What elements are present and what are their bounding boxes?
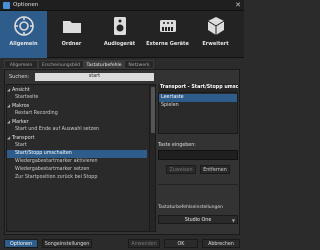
window-title: Optionen (13, 2, 39, 8)
category-advanced[interactable]: Erweitert (192, 11, 239, 58)
category-external-devices[interactable]: Externe Geräte (144, 11, 191, 58)
scrollbar-thumb[interactable] (151, 87, 155, 133)
app-icon (3, 2, 10, 9)
keyboard-set-dropdown[interactable]: Studio One ▼ (158, 215, 238, 224)
song-settings-button[interactable]: Songeinstellungen (42, 239, 92, 248)
keyboard-set-value: Studio One (184, 218, 212, 223)
title-bar: Optionen ✕ (0, 0, 244, 11)
tree-item[interactable]: Wiedergabestartmarker aktivieren (7, 158, 147, 166)
category-label: Audiogerät (103, 41, 136, 47)
remove-button[interactable]: Entfernen (200, 165, 230, 174)
tree-item[interactable]: Startseite (7, 94, 147, 102)
tree-group[interactable]: ◢ Transport (7, 134, 147, 142)
search-input[interactable] (35, 73, 154, 81)
folder-icon (63, 21, 81, 33)
tree-group[interactable]: ◢ Marker (7, 118, 147, 126)
category-folders[interactable]: Ordner (48, 11, 95, 58)
options-button[interactable]: Optionen (4, 239, 38, 248)
tree-scrollbar[interactable] (149, 85, 155, 231)
close-icon[interactable]: ✕ (235, 1, 241, 9)
category-general[interactable]: Allgemein (0, 11, 47, 58)
cancel-button[interactable]: Abbrechen (202, 239, 240, 248)
category-label: Ordner (61, 41, 82, 47)
category-audio-device[interactable]: Audiogerät (96, 11, 143, 58)
assigned-keys-list: Leertaste Spielen (158, 92, 238, 134)
command-tree: ◢ Ansicht Startseite ◢ Makros Restart Reco… (6, 84, 156, 232)
detail-heading: Transport - Start/Stopp umschalten (158, 84, 238, 92)
tree-item[interactable]: Restart Recording (7, 110, 147, 118)
category-label: Allgemein (9, 41, 38, 47)
tree-group[interactable]: ◢ Makros (7, 102, 147, 110)
key-entry-field[interactable] (158, 150, 238, 160)
tree-item-selected[interactable]: Start/Stopp umschalten (7, 150, 147, 158)
search-label: Suchen: (9, 74, 30, 80)
divider (158, 184, 238, 185)
assigned-key-item[interactable]: Spielen (159, 102, 237, 110)
apply-button[interactable]: Anwenden (128, 239, 160, 248)
keyboard-shortcuts-panel: Suchen: ◢Ansicht Startseite ◢Makros Rest… (4, 69, 240, 235)
key-entry-label: Taste eingeben: (158, 143, 196, 148)
tab-keyboard-shortcuts[interactable]: Tastaturbefehle (84, 60, 124, 69)
tree-item[interactable]: Zur Startposition zurück bei Stopp (7, 174, 147, 182)
category-label: Erweitert (202, 41, 229, 47)
tree-group[interactable]: ◢ Ansicht (7, 86, 147, 94)
ok-button[interactable]: OK (164, 239, 198, 248)
assigned-key-item[interactable]: Leertaste (159, 94, 237, 102)
chevron-down-icon: ▼ (231, 218, 235, 223)
keyboard-set-label: Tastaturbefehlseinstellungen (158, 205, 223, 210)
gear-icon (14, 16, 34, 36)
tab-bar: Allgemein Erscheinungsbild Tastaturbefeh… (4, 60, 240, 69)
category-bar: Allgemein Ordner Audiogerät Externe Gerä… (0, 11, 244, 58)
tree-item[interactable]: Start und Ende auf Auswahl setzen (7, 126, 147, 134)
external-device-icon (160, 20, 176, 32)
tab-appearance[interactable]: Erscheinungsbild (38, 60, 84, 69)
tab-network[interactable]: Netzwerk (124, 60, 154, 69)
cube-icon (207, 17, 225, 35)
footer: Optionen Songeinstellungen Anwenden OK A… (0, 237, 244, 250)
tab-general[interactable]: Allgemein (4, 60, 38, 69)
tree-item[interactable]: Start (7, 142, 147, 150)
tree-item[interactable]: Wiedergabestartmarker setzen (7, 166, 147, 174)
speaker-icon (114, 17, 126, 35)
assign-button[interactable]: Zuweisen (166, 165, 196, 174)
category-label: Externe Geräte (146, 41, 189, 47)
